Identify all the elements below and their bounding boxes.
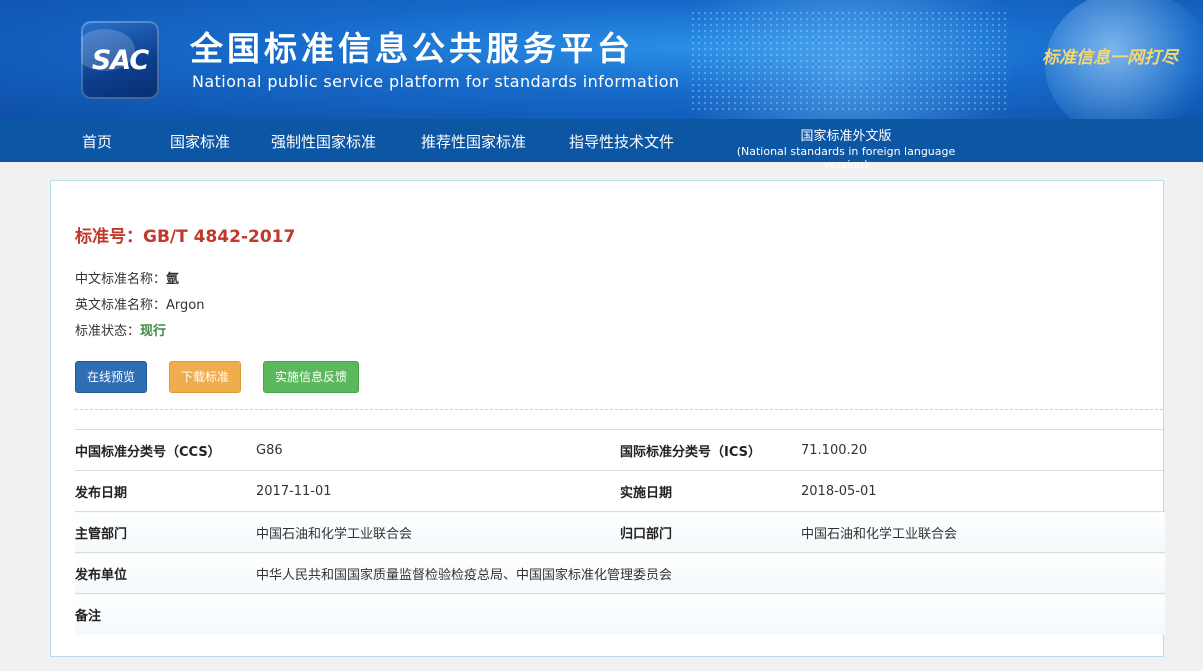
en-name-row: 英文标准名称：Argon [75,294,204,313]
nav-mandatory-standards[interactable]: 强制性国家标准 [271,131,376,152]
slogan: 标准信息一网打尽 [1042,48,1178,68]
publish-date-value: 2017-11-01 [256,483,332,499]
nav-recommended-standards[interactable]: 推荐性国家标准 [421,131,526,152]
download-button[interactable]: 下载标准 [169,361,242,393]
nav-national-standards[interactable]: 国家标准 [170,131,230,152]
cn-name-label: 中文标准名称： [75,272,167,287]
world-map-decoration [690,10,1010,110]
nav-home[interactable]: 首页 [82,131,112,152]
header-banner: SAC 全国标准信息公共服务平台 National public service… [0,0,1203,119]
table-row: 发布单位 中华人民共和国国家质量监督检验检疫总局、中国国家标准化管理委员会 [75,552,1165,594]
sac-logo[interactable]: SAC [81,21,159,99]
table-row: 中国标准分类号（CCS） G86 国际标准分类号（ICS） 71.100.20 [75,429,1165,471]
status-value: 现行 [140,324,167,339]
table-row: 备注 [75,593,1165,635]
publish-date-label: 发布日期 [75,485,128,501]
nav-foreign-version-subtitle: (National standards in foreign language … [736,145,956,171]
main-nav: 首页 国家标准 强制性国家标准 推荐性国家标准 指导性技术文件 国家标准外文版 … [0,119,1203,171]
dept-value: 中国石油和化学工业联合会 [256,526,413,542]
publisher-value: 中华人民共和国国家质量监督检验检疫总局、中国国家标准化管理委员会 [256,567,673,583]
owner-label: 归口部门 [620,526,673,542]
ccs-label: 中国标准分类号（CCS） [75,444,221,460]
feedback-button[interactable]: 实施信息反馈 [263,361,360,393]
ics-value: 71.100.20 [801,442,868,458]
nav-foreign-version-title: 国家标准外文版 [800,129,892,144]
standard-detail-card: 标准号：GB/T 4842-2017 中文标准名称：氩 英文标准名称：Argon… [50,180,1165,657]
table-row: 发布日期 2017-11-01 实施日期 2018-05-01 [75,470,1165,512]
logo-text: SAC [91,45,149,76]
divider [75,409,1163,410]
status-row: 标准状态：现行 [75,320,166,339]
cn-name-value: 氩 [166,272,180,287]
standard-number: 标准号：GB/T 4842-2017 [75,222,295,247]
nav-foreign-version[interactable]: 国家标准外文版 (National standards in foreign l… [716,125,976,171]
preview-button[interactable]: 在线预览 [75,361,148,393]
status-label: 标准状态： [75,324,141,339]
standard-info-table: 中国标准分类号（CCS） G86 国际标准分类号（ICS） 71.100.20 … [75,429,1165,635]
ccs-value: G86 [256,442,283,458]
impl-date-label: 实施日期 [620,485,673,501]
site-title: 全国标准信息公共服务平台 [190,29,634,68]
en-name-label: 英文标准名称： [75,298,167,313]
standard-number-label: 标准号： [75,227,143,247]
dept-label: 主管部门 [75,526,128,542]
en-name-value: Argon [166,298,205,313]
cn-name-row: 中文标准名称：氩 [75,268,179,287]
nav-guidance-documents[interactable]: 指导性技术文件 [569,131,674,152]
site-subtitle: National public service platform for sta… [192,72,680,91]
remark-label: 备注 [75,608,102,624]
standard-number-value: GB/T 4842-2017 [143,227,296,247]
ics-label: 国际标准分类号（ICS） [620,444,761,460]
owner-value: 中国石油和化学工业联合会 [801,526,958,542]
impl-date-value: 2018-05-01 [801,483,877,499]
remark-value [256,594,1165,635]
publisher-label: 发布单位 [75,567,128,583]
table-row: 主管部门 中国石油和化学工业联合会 归口部门 中国石油和化学工业联合会 [75,511,1165,553]
